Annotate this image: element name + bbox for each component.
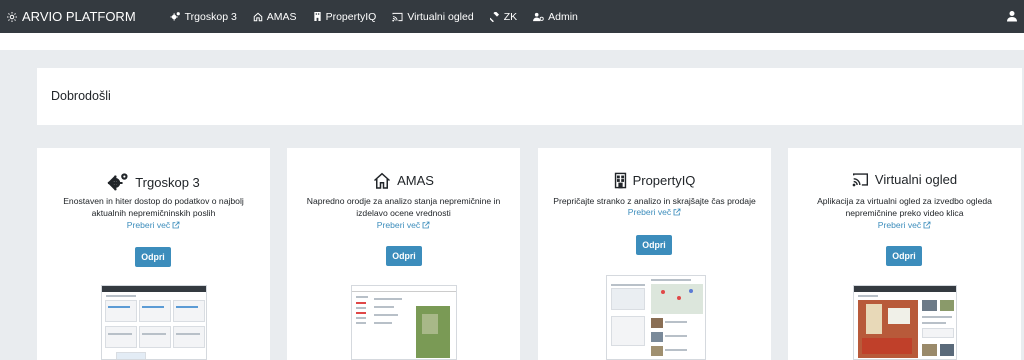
home-icon [374,172,391,189]
top-navbar: ARVIO PLATFORM Trgoskop 3 AMAS PropertyI… [0,0,1024,33]
open-button[interactable]: Odpri [135,247,171,267]
app-card-propertyiq: PropertyIQ Prepričajte stranko z analizo… [538,148,771,360]
nav-item-propertyiq[interactable]: PropertyIQ [313,11,376,23]
card-title: PropertyIQ [538,172,771,189]
users-cog-icon [533,12,544,21]
read-more-link[interactable]: Preberi več [37,220,270,230]
app-title: ARVIO PLATFORM [22,9,136,24]
read-more-link[interactable]: Preberi več [788,220,1021,230]
app-card-amas: AMAS Napredno orodje za analizo stanja n… [287,148,520,360]
cast-icon [392,12,403,22]
card-description: Enostaven in hiter dostop do podatkov o … [63,196,244,218]
external-link-icon [172,221,180,229]
brand[interactable]: ARVIO PLATFORM [6,9,136,24]
nav-item-amas[interactable]: AMAS [253,11,297,23]
read-more-link[interactable]: Preberi več [287,220,520,230]
app-card-virtualni-ogled: Virtualni ogled Aplikacija za virtualni … [788,148,1021,360]
cast-icon [852,173,868,187]
building-icon [614,172,626,189]
cogs-icon [107,173,128,191]
main-nav: Trgoskop 3 AMAS PropertyIQ Virtualni ogl… [170,11,594,23]
app-screenshot-thumbnail [351,285,457,360]
nav-item-zk[interactable]: ZK [489,11,517,23]
content-header-strip [0,33,1024,50]
open-button[interactable]: Odpri [386,246,422,266]
read-more-link[interactable]: Preberi več [538,207,771,217]
nav-item-trgoskop[interactable]: Trgoskop 3 [170,11,237,23]
open-button[interactable]: Odpri [636,235,672,255]
gear-icon [7,11,17,22]
card-title: AMAS [287,172,520,189]
card-description: Aplikacija za virtualni ogled za izvedbo… [817,196,992,218]
building-icon [313,12,321,21]
cogs-icon [170,12,180,21]
external-link-icon [923,221,931,229]
nav-item-virtualni-ogled[interactable]: Virtualni ogled [392,11,474,23]
card-description: Prepričajte stranko z analizo in skrajša… [553,196,756,206]
app-screenshot-thumbnail [853,285,957,360]
external-link-icon [673,208,681,216]
welcome-panel: Dobrodošli [37,68,1022,125]
app-screenshot-thumbnail [606,275,706,360]
gavel-icon [489,11,499,22]
user-icon[interactable] [1006,10,1018,22]
open-button[interactable]: Odpri [886,246,922,266]
app-card-trgoskop: Trgoskop 3 Enostaven in hiter dostop do … [37,148,270,360]
home-icon [253,12,263,21]
app-screenshot-thumbnail [101,285,207,360]
card-title: Trgoskop 3 [37,172,270,192]
external-link-icon [422,221,430,229]
nav-item-admin[interactable]: Admin [533,11,578,23]
card-description: Napredno orodje za analizo stanja neprem… [306,196,501,218]
card-title: Virtualni ogled [788,172,1021,187]
welcome-heading: Dobrodošli [51,89,111,103]
